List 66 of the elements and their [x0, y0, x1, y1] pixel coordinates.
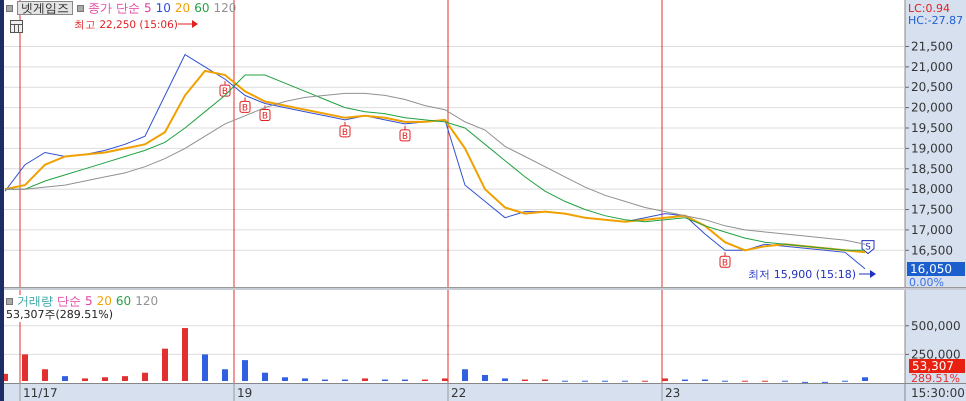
axis-label: 500,000: [911, 318, 961, 333]
volume-bar: [262, 372, 268, 381]
axis-label: 17,500: [911, 202, 953, 217]
axis-label: 17,000: [911, 222, 953, 237]
legend-label: 종가: [88, 2, 112, 14]
axis-label: 19: [237, 386, 252, 400]
legend-label: 60: [116, 295, 132, 308]
square-icon: [6, 4, 13, 12]
axis-label: 20,500: [911, 80, 953, 94]
volume-bar: [502, 378, 508, 381]
axis-label: 19,000: [911, 141, 953, 156]
volume-bar: [162, 348, 168, 381]
volume-bar: [242, 360, 248, 381]
legend-label: 5: [144, 2, 152, 14]
axis-stat-label: LC:0.94: [908, 2, 950, 15]
volume-bar: [362, 378, 368, 381]
axis-label: 16,500: [911, 243, 953, 258]
axis-label: 21,500: [911, 39, 953, 54]
legend-label: 120: [135, 295, 158, 308]
volume-bar: [122, 376, 128, 381]
axis-label: 11/17: [23, 386, 58, 400]
volume-bar: [182, 328, 188, 381]
axis-label: 20,000: [911, 100, 953, 115]
legend-label: 20: [174, 2, 190, 14]
current-price-tag: 16,050: [907, 262, 965, 276]
volume-reading: 53,307주(289.51%): [6, 307, 114, 322]
legend-label: 5: [85, 295, 93, 308]
arrow-icon: [858, 270, 876, 278]
volume-bar: [482, 375, 488, 381]
legend-label: 20: [96, 295, 112, 308]
volume-bar: [302, 378, 308, 381]
sell-signal-marker: S: [862, 240, 874, 254]
square-icon: [6, 298, 13, 305]
current-volume-tag: 53,307: [909, 359, 965, 373]
legend-label: 거래량: [17, 295, 53, 308]
axis-label: 250,000: [911, 347, 961, 362]
volume-bar: [62, 376, 68, 381]
legend-label: 단순: [116, 2, 140, 14]
square-icon: [77, 4, 84, 12]
legend-label: 단순: [57, 295, 81, 308]
volume-bar: [862, 377, 868, 381]
legend-label: 10: [156, 2, 171, 14]
axis-label: 19,500: [911, 121, 953, 135]
axis-label: 22: [451, 386, 466, 400]
axis-label: 21,000: [911, 60, 953, 74]
axis-label: 18,500: [911, 162, 953, 176]
stock-name-button[interactable]: 넷게임즈: [17, 1, 73, 15]
legend-label: 60: [194, 2, 210, 14]
volume-bar: [202, 354, 208, 381]
volume-bar: [222, 369, 228, 381]
volume-bar: [82, 378, 88, 381]
axis-label: 23: [665, 386, 680, 400]
arrow-icon: [178, 20, 198, 28]
volume-bar: [42, 369, 48, 381]
ratio-label: 289.51%: [911, 372, 960, 383]
table-icon[interactable]: [10, 20, 23, 33]
volume-bar: [102, 377, 108, 381]
time-label: 15:30:00: [911, 386, 965, 400]
volume-bar: [282, 377, 288, 381]
change-label: 0.00%: [909, 276, 944, 287]
volume-bar: [142, 372, 148, 381]
axis-label: 18,000: [911, 182, 953, 196]
axis-stat-label: HC:-27.87: [908, 14, 964, 27]
volume-bar: [462, 369, 468, 381]
high-price-label: 최고 22,250 (15:06): [74, 19, 178, 31]
low-price-label: 최저 15,900 (15:18): [748, 268, 856, 281]
